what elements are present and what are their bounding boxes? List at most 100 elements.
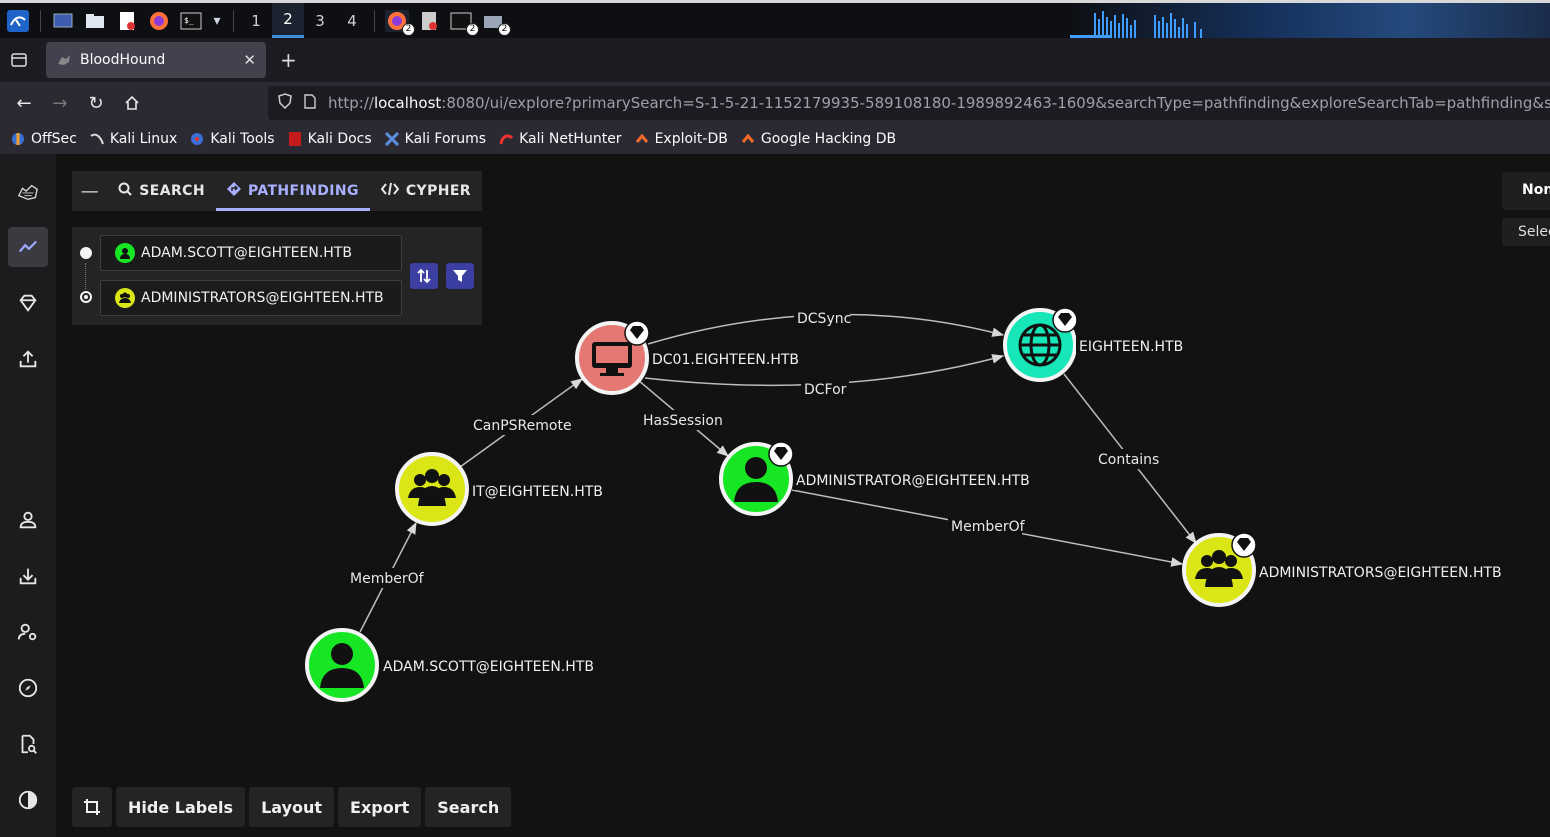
exploit-db-icon	[634, 131, 650, 147]
kali-menu-icon[interactable]	[6, 9, 30, 32]
chevron-down-icon[interactable]: ▾	[211, 10, 223, 32]
bookmark-kali-docs[interactable]: Kali Docs	[287, 131, 372, 147]
new-tab-icon[interactable]: +	[280, 48, 297, 72]
tab-list-icon[interactable]	[0, 38, 38, 82]
tab-cypher[interactable]: CYPHER	[370, 171, 482, 211]
collapse-panel-button[interactable]: —	[72, 171, 107, 211]
high-value-diamond-icon	[1052, 307, 1078, 333]
upload-icon[interactable]	[8, 339, 48, 379]
terminal-icon[interactable]: $_	[179, 10, 203, 32]
group-management-diamond-icon[interactable]	[8, 283, 48, 323]
start-point-dot-icon	[80, 247, 92, 259]
layout-button[interactable]: Layout	[249, 787, 335, 827]
svg-text:DCSync: DCSync	[797, 311, 851, 327]
bookmark-kali-linux[interactable]: Kali Linux	[89, 131, 177, 147]
edge-filter-button[interactable]	[446, 263, 474, 289]
shield-icon[interactable]	[278, 93, 292, 113]
svg-text:ADMINISTRATOR@EIGHTEEN.HTB: ADMINISTRATOR@EIGHTEEN.HTB	[796, 473, 1030, 489]
svg-text:MemberOf: MemberOf	[350, 571, 425, 587]
bloodhound-app: MemberOf CanPSRemote DCSync DCFor HasSes…	[0, 154, 1550, 837]
explore-icon[interactable]	[8, 227, 48, 267]
browser-tab-bloodhound[interactable]: BloodHound ✕	[46, 42, 266, 78]
end-node-input[interactable]: ADMINISTRATORS@EIGHTEEN.HTB	[100, 280, 402, 316]
firefox-window-icon[interactable]: 2	[385, 9, 415, 36]
window-count-badge: 2	[466, 22, 479, 36]
file-manager-icon[interactable]	[83, 10, 107, 32]
back-icon[interactable]: ←	[6, 85, 42, 121]
workspace-3[interactable]: 3	[304, 3, 336, 38]
node-adam-scott[interactable]: ADAM.SCOTT@EIGHTEEN.HTB	[305, 628, 594, 702]
edge-label-hassession: HasSession	[640, 410, 723, 430]
hide-labels-button[interactable]: Hide Labels	[116, 787, 246, 827]
user-settings-icon[interactable]	[8, 612, 48, 652]
workspace-4[interactable]: 4	[336, 3, 368, 38]
edge-label-dcfor: DCFor	[801, 379, 849, 399]
bookmark-offsec[interactable]: OffSec	[10, 131, 77, 147]
cpu-monitor-graph	[1070, 3, 1550, 38]
svg-text:DC01.EIGHTEEN.HTB: DC01.EIGHTEEN.HTB	[652, 352, 799, 368]
bloodhound-logo-icon[interactable]	[8, 172, 48, 212]
select-dropdown[interactable]: Select	[1502, 218, 1550, 246]
kali-forums-icon	[384, 131, 400, 147]
firefox-icon[interactable]	[147, 10, 171, 32]
download-icon[interactable]	[8, 556, 48, 596]
compass-icon[interactable]	[8, 668, 48, 708]
browser-tab-bar: BloodHound ✕ +	[0, 38, 1550, 82]
terminal-window-icon[interactable]: 2	[449, 10, 479, 36]
url-bar[interactable]: http://localhost:8080/ui/explore?primary…	[268, 86, 1550, 120]
kali-dragon-icon	[89, 131, 105, 147]
text-editor-icon[interactable]	[115, 10, 139, 32]
tab-close-icon[interactable]: ✕	[243, 51, 256, 69]
bookmark-google-hacking-db[interactable]: Google Hacking DB	[740, 131, 896, 147]
folder-window-icon[interactable]: 2	[481, 10, 511, 36]
tab-search[interactable]: SEARCH	[107, 171, 216, 211]
profile-icon[interactable]	[8, 500, 48, 540]
svg-text:ADMINISTRATORS@EIGHTEEN.HTB: ADMINISTRATORS@EIGHTEEN.HTB	[1259, 565, 1502, 581]
os-taskbar: $_ ▾ 1 2 3 4 2 2 2	[0, 0, 1550, 38]
page-info-icon[interactable]	[304, 93, 316, 113]
workspace-1[interactable]: 1	[240, 3, 272, 38]
workspace-2[interactable]: 2	[272, 3, 304, 38]
tab-pathfinding[interactable]: PATHFINDING	[215, 171, 370, 211]
window-count-badge: 2	[498, 22, 511, 36]
swap-arrows-icon	[417, 268, 431, 284]
svg-text:MemberOf: MemberOf	[951, 519, 1026, 535]
crop-button[interactable]	[72, 787, 112, 827]
svg-text:EIGHTEEN.HTB: EIGHTEEN.HTB	[1079, 339, 1183, 355]
reload-icon[interactable]: ↻	[78, 85, 114, 121]
ghdb-icon	[740, 131, 756, 147]
node-eighteen-domain[interactable]: EIGHTEEN.HTB	[1003, 307, 1183, 382]
taskbar-separator	[374, 9, 375, 32]
bookmark-exploit-db[interactable]: Exploit-DB	[634, 131, 728, 147]
explore-tabs-panel: — SEARCH PATHFINDING CYPHER	[72, 171, 482, 211]
filter-icon	[453, 270, 467, 282]
group-icon	[115, 288, 135, 308]
bookmark-kali-tools[interactable]: Kali Tools	[189, 131, 275, 147]
editor-window-icon[interactable]	[417, 10, 441, 32]
swap-nodes-button[interactable]	[410, 263, 438, 289]
node-it-group[interactable]: IT@EIGHTEEN.HTB	[395, 452, 603, 526]
bookmark-kali-nethunter[interactable]: Kali NetHunter	[498, 131, 622, 147]
node-select-button[interactable]: None	[1502, 172, 1550, 210]
start-node-input[interactable]: ADAM.SCOTT@EIGHTEEN.HTB	[100, 235, 402, 271]
svg-text:ADAM.SCOTT@EIGHTEEN.HTB: ADAM.SCOTT@EIGHTEEN.HTB	[383, 659, 594, 675]
node-administrator-user[interactable]: ADMINISTRATOR@EIGHTEEN.HTB	[719, 441, 1030, 516]
bloodhound-favicon-icon	[56, 52, 72, 68]
bookmark-kali-forums[interactable]: Kali Forums	[384, 131, 486, 147]
kali-docs-icon	[287, 131, 303, 147]
search-button[interactable]: Search	[425, 787, 512, 827]
code-icon	[380, 182, 400, 200]
edge-label-memberof-1: MemberOf	[347, 568, 425, 588]
node-administrators-group[interactable]: ADMINISTRATORS@EIGHTEEN.HTB	[1182, 532, 1502, 607]
graph-bottom-toolbar: Hide Labels Layout Export Search	[72, 787, 515, 827]
high-value-diamond-icon	[1231, 532, 1257, 558]
theme-toggle-icon[interactable]	[8, 780, 48, 820]
svg-text:IT@EIGHTEEN.HTB: IT@EIGHTEEN.HTB	[472, 484, 603, 500]
desktop-icon[interactable]	[51, 10, 75, 32]
path-connector	[85, 263, 86, 289]
forward-icon[interactable]: →	[42, 85, 78, 121]
document-search-icon[interactable]	[8, 724, 48, 764]
offsec-icon	[10, 131, 26, 147]
export-button[interactable]: Export	[338, 787, 422, 827]
home-icon[interactable]	[114, 85, 150, 121]
